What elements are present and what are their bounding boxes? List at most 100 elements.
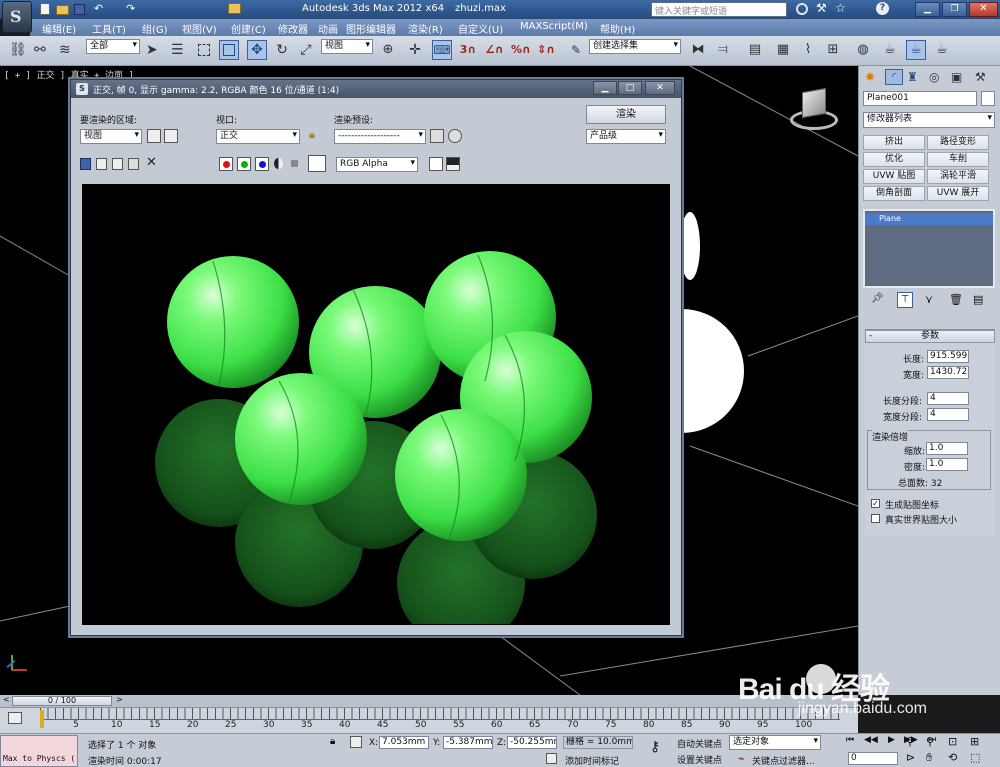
object-color-swatch[interactable] [981,91,995,106]
motion-tab-icon[interactable]: ◎ [929,70,939,84]
create-tab-icon[interactable]: ✸ [865,70,875,84]
pan-icon[interactable]: ✋︎ [926,751,932,765]
graphite-tools-icon[interactable]: ▦ [773,40,793,60]
stack-item-plane[interactable]: Plane [865,213,993,225]
render-preset-dropdown[interactable]: ------------------- [334,129,426,144]
copy-image-icon[interactable] [96,158,107,170]
render-setup-icon[interactable]: ☕ [880,40,900,60]
selection-lock-icon[interactable]: 🔒︎ [330,736,335,747]
zoom-all-icon[interactable]: ⚲ [926,735,934,748]
modify-tab-icon[interactable]: ◜ [885,69,903,85]
keyboard-shortcut-icon[interactable]: ⌨ [432,40,452,60]
lathe-button[interactable]: 车削 [927,152,989,167]
color-swatch[interactable] [308,155,326,172]
y-coord-field[interactable]: -5.387mm [443,736,493,749]
width-segs-spinner[interactable]: 4 [927,408,969,421]
clone-window-icon[interactable] [112,158,123,170]
material-editor-icon[interactable]: ◍ [853,40,873,60]
menu-edit[interactable]: 编辑(E) [42,21,76,36]
star-icon[interactable]: ☆ [835,1,846,15]
snaps-toggle-icon[interactable]: 3∩ [458,40,478,60]
remove-modifier-icon[interactable]: 🗑︎ [949,293,963,306]
menu-graph-editors[interactable]: 图形编辑器 [346,21,396,36]
track-bar-toggle-icon[interactable] [8,712,22,724]
go-to-start-icon[interactable]: ⏮ [846,735,854,745]
menu-customize[interactable]: 自定义(U) [458,21,503,36]
play-icon[interactable]: ▶ [888,735,895,745]
align-icon[interactable]: ⫤ [713,40,733,60]
lock-viewport-icon[interactable]: 🔒︎ [309,128,315,142]
extrude-button[interactable]: 挤出 [863,135,925,150]
menu-maxscript[interactable]: MAXScript(M) [520,21,588,32]
monochrome-icon[interactable] [291,160,298,167]
menu-rendering[interactable]: 渲染(R) [408,21,443,36]
ref-coord-dropdown[interactable]: 视图 [321,39,373,54]
key-icon[interactable]: ⚷ [650,739,660,755]
time-tag-icon[interactable] [546,753,557,764]
selection-filter-dropdown[interactable]: 全部 [86,39,140,54]
gen-mapping-checkbox[interactable]: ✓ [871,499,880,508]
x-coord-field[interactable]: 7.053mm [379,736,429,749]
current-frame-field[interactable]: 0 [848,752,898,765]
object-name-field[interactable]: Plane001 [863,91,977,106]
select-rotate-icon[interactable]: ↻ [272,40,292,60]
auto-region-icon[interactable] [164,129,178,143]
unwrap-uvw-button[interactable]: UVW 展开 [927,186,989,201]
menu-create[interactable]: 创建(C) [231,21,266,36]
select-manipulate-icon[interactable]: ✛ [405,40,425,60]
track-bar[interactable]: 5 10 15 20 25 30 35 40 45 50 55 60 65 70 75 80 85 90 95 100 [0,707,858,733]
select-by-name-icon[interactable]: ☰ [170,40,190,60]
path-deform-button[interactable]: 路径变形 [927,135,989,150]
render-window-minimize[interactable]: ▁ [593,81,617,95]
zoom-extents-all-icon[interactable]: ⊞ [970,735,979,748]
maximize-viewport-icon[interactable]: ⬚ [970,751,980,764]
area-to-render-dropdown[interactable]: 视图 [80,129,142,144]
alpha-toggle-icon[interactable] [274,158,283,169]
project-folder-icon[interactable] [228,3,241,14]
search-input[interactable]: 键入关键字或短语 [651,2,787,17]
menu-tools[interactable]: 工具(T) [92,21,126,36]
help-icon[interactable]: ? [876,2,889,15]
render-setup-small-icon[interactable] [430,129,444,143]
new-file-icon[interactable] [40,3,50,15]
environment-icon[interactable] [448,129,462,143]
edit-region-icon[interactable] [147,129,161,143]
named-selection-dropdown[interactable]: 创建选择集 [589,39,681,54]
uvw-map-button[interactable]: UVW 贴图 [863,169,925,184]
show-end-result-icon[interactable]: ⊤ [897,292,913,308]
parameters-rollout-header[interactable]: - 参数 [865,330,995,343]
binoculars-icon[interactable] [796,3,808,15]
window-crossing-icon[interactable] [219,40,239,60]
curve-editor-icon[interactable]: ⌇ [798,40,818,60]
layer-manager-icon[interactable]: ▤ [745,40,765,60]
render-production-icon[interactable]: ☕ [932,40,952,60]
optimize-button[interactable]: 优化 [863,152,925,167]
hierarchy-tab-icon[interactable]: ♜ [907,70,918,84]
render-window-maximize[interactable]: □ [618,81,642,95]
save-file-icon[interactable] [74,4,85,15]
render-button[interactable]: 渲染 [586,105,666,124]
render-window-close[interactable]: ✕ [645,81,675,95]
render-quality-dropdown[interactable]: 产品级 [586,129,666,144]
real-world-checkbox[interactable] [871,514,880,523]
rect-selection-icon[interactable] [194,40,214,60]
menu-help[interactable]: 帮助(H) [600,21,635,36]
length-segs-spinner[interactable]: 4 [927,392,969,405]
undo-icon[interactable]: ↶ [94,2,103,15]
clear-icon[interactable]: ✕ [146,155,157,170]
configure-sets-icon[interactable]: ▤ [973,293,983,306]
orbit-icon[interactable]: ⟲ [948,751,957,764]
time-prev-icon[interactable]: < [3,695,10,704]
restore-button[interactable]: ❐ [942,2,967,17]
maxscript-listener[interactable]: Max to Physcs ( [0,735,78,767]
save-image-icon[interactable] [80,158,91,170]
scale-spinner[interactable]: 1.0 [926,442,968,455]
percent-snap-icon[interactable]: %∩ [510,40,531,60]
display-tab-icon[interactable]: ▣ [951,70,962,84]
close-button[interactable]: ✕ [969,2,998,17]
time-slider[interactable]: < 0 / 100 > [0,695,858,707]
zoom-icon[interactable]: ⚲ [906,735,914,748]
key-filter-icon[interactable]: ⌁ [738,752,745,765]
rendered-frame-window-icon[interactable]: ☕ [906,40,926,60]
print-image-icon[interactable] [128,158,139,170]
